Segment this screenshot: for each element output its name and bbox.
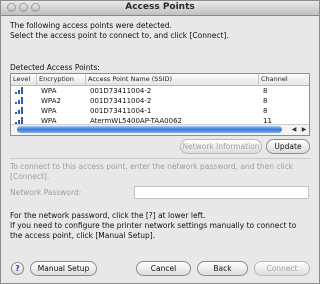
row-encryption: WPA2 [41,97,61,105]
scroll-left-arrow-icon[interactable]: ◀ [289,125,299,135]
row-ssid: 001D73411004-2 [90,97,152,105]
instruction-line-2: [Connect]. [10,172,50,181]
signal-strength-icon [15,97,23,104]
row-channel: 8 [263,97,268,105]
column-level[interactable]: Level [11,74,37,85]
scrollbar-thumb[interactable] [17,126,282,133]
back-button[interactable]: Back [197,261,248,276]
list-label: Detected Access Points: [10,63,100,72]
column-channel[interactable]: Channel [259,74,309,85]
access-point-list[interactable]: Level Encryption Access Point Name (SSID… [10,73,310,136]
note-line-1: For the network password, click the [?] … [10,211,206,220]
access-points-dialog: Access Points The following access point… [0,0,320,284]
row-ssid: 001D73411004-1 [90,107,152,115]
row-channel: 8 [263,87,268,95]
horizontal-scrollbar[interactable]: ◀ ▶ [11,124,309,135]
signal-strength-icon [15,87,23,94]
manual-setup-button[interactable]: Manual Setup [30,261,97,276]
intro-line-2: Select the access point to connect to, a… [10,31,229,40]
window-title: Access Points [125,2,195,12]
signal-strength-icon [15,117,23,124]
instruction-line-1: To connect to this access point, enter t… [10,162,294,171]
cancel-button[interactable]: Cancel [136,261,191,276]
signal-strength-icon [15,107,23,114]
network-password-label: Network Password: [10,188,82,197]
column-encryption[interactable]: Encryption [37,74,86,85]
scroll-right-arrow-icon[interactable]: ▶ [299,125,309,135]
network-password-input[interactable] [134,186,309,199]
help-button[interactable]: ? [11,262,24,275]
list-row[interactable]: WPA 001D73411004-2 8 [11,86,309,96]
network-information-button[interactable]: Network Information [180,139,262,154]
row-encryption: WPA [41,87,57,95]
list-row[interactable]: WPA2 001D73411004-2 8 [11,96,309,106]
list-header: Level Encryption Access Point Name (SSID… [11,74,309,86]
note-line-3: the access point, click [Manual Setup]. [10,231,156,240]
note-line-2: If you need to configure the printer net… [10,221,297,230]
title-bar: Access Points [1,1,319,16]
intro-line-1: The following access points were detecte… [10,21,172,30]
connect-button[interactable]: Connect [254,261,310,276]
row-encryption: WPA [41,107,57,115]
divider [10,158,310,159]
update-button[interactable]: Update [266,139,310,154]
row-channel: 8 [263,107,268,115]
column-ssid[interactable]: Access Point Name (SSID) [86,74,259,85]
list-row[interactable]: WPA 001D73411004-1 8 [11,106,309,116]
row-ssid: 001D73411004-2 [90,87,152,95]
